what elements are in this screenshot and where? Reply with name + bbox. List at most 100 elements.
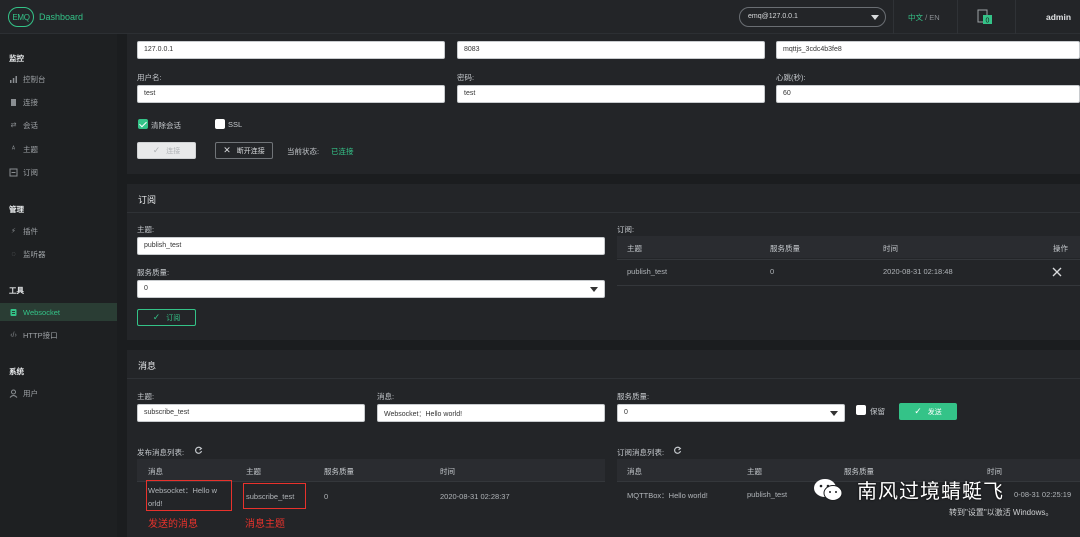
logo[interactable]: EMQ Dashboard bbox=[8, 6, 83, 28]
published-table-header bbox=[137, 459, 605, 481]
connect-button[interactable]: ✓ 连接 bbox=[137, 142, 196, 159]
published-qos: 0 bbox=[324, 492, 329, 501]
host-input[interactable]: 127.0.0.1 bbox=[137, 41, 445, 59]
keepalive-input[interactable]: 60 bbox=[776, 85, 1080, 103]
published-list-label: 发布消息列表: bbox=[137, 448, 185, 457]
password-input[interactable]: test bbox=[457, 85, 765, 103]
chevron-down-icon bbox=[871, 15, 879, 20]
client-id-input[interactable]: mqttjs_3cdc4b3fe8 bbox=[776, 41, 1080, 59]
divider bbox=[617, 259, 1080, 260]
column-header: 时间 bbox=[440, 467, 455, 476]
retain-checkbox[interactable] bbox=[856, 405, 866, 415]
ssl-checkbox[interactable] bbox=[215, 119, 225, 129]
ssl-label: SSL bbox=[228, 120, 243, 129]
column-header: 主题 bbox=[246, 467, 261, 476]
alarm-count: 0 bbox=[986, 18, 990, 25]
logo-badge: EMQ bbox=[8, 7, 34, 27]
subscription-qos: 0 bbox=[770, 267, 775, 276]
divider bbox=[957, 0, 958, 34]
subscriptions-icon bbox=[9, 168, 18, 177]
sidebar-group-title: 监控 bbox=[9, 54, 24, 63]
node-select[interactable]: emq@127.0.0.1 bbox=[739, 7, 886, 27]
disconnect-button[interactable]: ✕ 断开连接 bbox=[215, 142, 273, 159]
received-list-label: 订阅消息列表: bbox=[617, 448, 665, 457]
websocket-icon bbox=[9, 308, 18, 317]
column-header: 服务质量 bbox=[770, 244, 800, 253]
subscription-table-header bbox=[617, 236, 1080, 258]
retain-label: 保留 bbox=[870, 407, 885, 416]
lang-en[interactable]: EN bbox=[929, 13, 939, 22]
column-header: 消息 bbox=[148, 467, 163, 476]
sidebar-item-connections[interactable]: 连接 bbox=[0, 93, 117, 111]
port-input[interactable]: 8083 bbox=[457, 41, 765, 59]
sidebar-item-websocket[interactable]: Websocket bbox=[0, 303, 117, 321]
payload-label: 消息: bbox=[377, 392, 395, 401]
received-message: MQTTBox：Hello world! bbox=[627, 491, 708, 500]
annotation-box-topic bbox=[243, 483, 306, 509]
subscription-topic: publish_test bbox=[627, 267, 668, 276]
publish-topic-label: 主题: bbox=[137, 392, 155, 401]
received-topic: publish_test bbox=[747, 490, 788, 499]
wechat-icon bbox=[814, 478, 843, 501]
send-button[interactable]: ✓ 发送 bbox=[899, 403, 957, 420]
payload-input[interactable]: Websocket：Hello world! bbox=[377, 404, 605, 422]
close-icon: ✕ bbox=[223, 145, 231, 155]
column-header: 主题 bbox=[627, 244, 642, 253]
annotation-message-topic: 消息主题 bbox=[245, 519, 285, 530]
sidebar-item-topics[interactable]: ᴬ 主题 bbox=[0, 140, 117, 158]
language-switch[interactable]: 中文 / EN bbox=[908, 12, 940, 23]
status-label: 当前状态: bbox=[287, 147, 320, 156]
sidebar-item-users[interactable]: 用户 bbox=[0, 384, 117, 402]
sidebar-group-title: 工具 bbox=[9, 286, 24, 295]
sidebar-item-subscriptions[interactable]: 订阅 bbox=[0, 163, 117, 181]
sidebar-item-listeners[interactable]: ◌ 监听器 bbox=[0, 245, 117, 263]
column-header: 操作 bbox=[1053, 244, 1068, 253]
published-time: 2020-08-31 02:28:37 bbox=[440, 492, 510, 501]
keepalive-label: 心跳(秒): bbox=[776, 73, 806, 82]
sidebar: 监控 控制台 连接 ⇄ 会话 ᴬ 主题 订阅 管理 ⚡ 插件 ◌ 监听器 工具 bbox=[0, 34, 117, 537]
status-value: 已连接 bbox=[331, 147, 354, 156]
sidebar-item-sessions[interactable]: ⇄ 会话 bbox=[0, 116, 117, 134]
check-icon: ✓ bbox=[152, 312, 161, 322]
user-icon bbox=[9, 389, 18, 398]
column-header: 主题 bbox=[747, 467, 762, 476]
publish-qos-select[interactable]: 0 bbox=[617, 404, 845, 422]
subscribe-panel-title: 订阅 bbox=[127, 184, 1080, 213]
connection-panel: 127.0.0.1 8083 mqttjs_3cdc4b3fe8 用户名: 密码… bbox=[127, 34, 1080, 174]
user-menu[interactable]: admin bbox=[1046, 12, 1071, 22]
unsubscribe-icon[interactable] bbox=[1052, 267, 1062, 277]
refresh-icon[interactable] bbox=[673, 446, 682, 455]
check-icon: ✓ bbox=[914, 406, 922, 416]
lang-zh[interactable]: 中文 bbox=[908, 13, 923, 22]
refresh-icon[interactable] bbox=[194, 446, 203, 455]
sidebar-group-title: 系统 bbox=[9, 367, 24, 376]
chevron-down-icon bbox=[830, 411, 838, 416]
annotation-sent-message: 发送的消息 bbox=[148, 519, 198, 530]
column-header: 时间 bbox=[883, 244, 898, 253]
subscribe-panel: 订阅 主题: publish_test 服务质量: 0 ✓ 订阅 订阅: 主题 … bbox=[127, 184, 1080, 340]
dashboard-icon bbox=[9, 75, 18, 84]
code-icon: ‹/› bbox=[10, 331, 17, 339]
alarm-icon[interactable]: 0 bbox=[977, 9, 993, 25]
sidebar-group-title: 管理 bbox=[9, 205, 24, 214]
sidebar-item-dashboard[interactable]: 控制台 bbox=[0, 70, 117, 88]
received-time: 0-08-31 02:25:19 bbox=[1014, 490, 1072, 499]
subscribe-button[interactable]: ✓ 订阅 bbox=[137, 309, 196, 326]
annotation-box-message bbox=[146, 480, 232, 511]
column-header: 服务质量 bbox=[324, 467, 354, 476]
subscribe-qos-select[interactable]: 0 bbox=[137, 280, 605, 298]
subscribe-topic-input[interactable]: publish_test bbox=[137, 237, 605, 255]
column-header: 消息 bbox=[627, 467, 642, 476]
divider bbox=[1015, 0, 1016, 34]
connections-icon bbox=[9, 98, 18, 107]
sessions-icon: ⇄ bbox=[10, 122, 17, 129]
clean-session-checkbox[interactable] bbox=[138, 119, 148, 129]
username-input[interactable]: test bbox=[137, 85, 445, 103]
publish-topic-input[interactable]: subscribe_test bbox=[137, 404, 365, 422]
chevron-down-icon bbox=[590, 287, 598, 292]
sidebar-item-http-api[interactable]: ‹/› HTTP接口 bbox=[0, 326, 117, 344]
sidebar-item-plugins[interactable]: ⚡ 插件 bbox=[0, 222, 117, 240]
plugins-icon: ⚡ bbox=[11, 228, 16, 235]
clean-session-label: 清除会话 bbox=[151, 121, 181, 130]
subscribe-topic-label: 主题: bbox=[137, 225, 155, 234]
